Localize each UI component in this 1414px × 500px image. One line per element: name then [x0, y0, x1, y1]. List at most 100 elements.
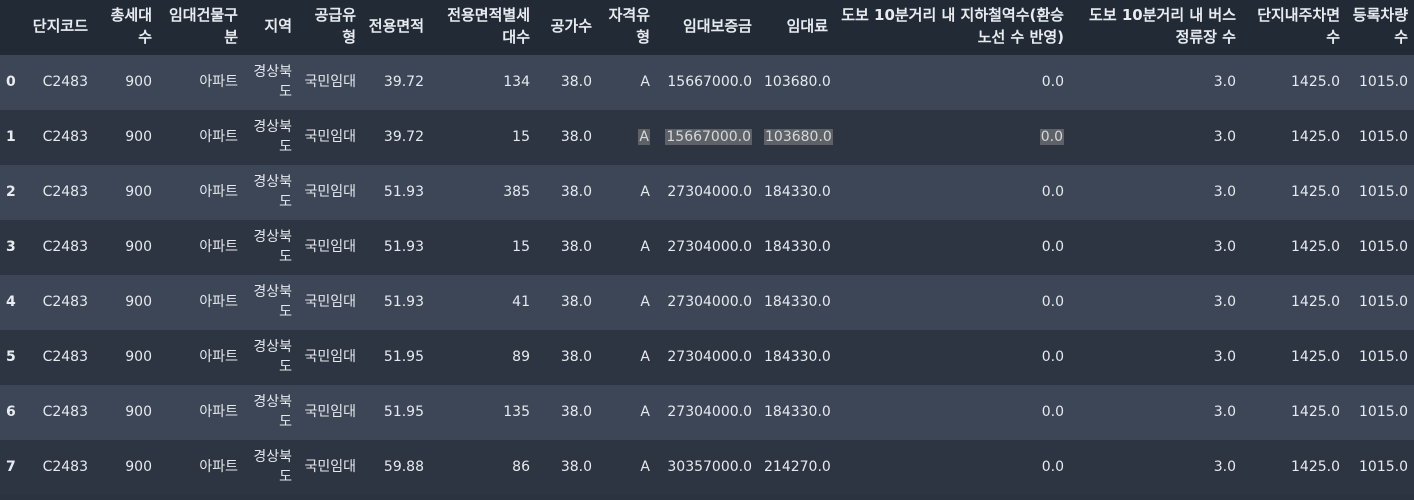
cell-subway: 0.0	[1041, 184, 1064, 200]
cell-vacant: 38.0	[560, 349, 592, 365]
row-index: 1	[6, 129, 16, 145]
cell-cars: 1015.0	[1359, 459, 1408, 475]
column-header: 지역	[244, 0, 298, 55]
table-body: 0 C2483 900 아파트 경상북도 국민임대 39.72 134 38.0 A 1566700…	[0, 54, 1414, 495]
table-row: 7 C2483 900 아파트 경상북도 국민임대 59.88 86 38.0 A 30357000…	[0, 439, 1414, 495]
table-row: 1 C2483 900 아파트 경상북도 국민임대 39.72 15 38.0 A 15667000…	[0, 109, 1414, 165]
cell-area: 59.88	[383, 459, 424, 475]
cell-area: 51.93	[383, 184, 424, 200]
cell-area: 51.95	[383, 404, 424, 420]
cell-bus: 3.0	[1213, 404, 1236, 420]
column-header: 공급유형	[298, 0, 362, 55]
cell-region: 경상북도	[253, 119, 292, 155]
cell-qual: A	[640, 184, 650, 200]
cell-supply: 국민임대	[304, 294, 356, 310]
cell-deposit: 15667000.0	[667, 74, 752, 91]
cell-rent: 103680.0	[764, 74, 831, 91]
cell-vacant: 38.0	[560, 129, 592, 145]
cell-deposit: 27304000.0	[667, 349, 752, 365]
cell-parking: 1425.0	[1291, 404, 1340, 420]
cell-area: 51.93	[383, 294, 424, 310]
cell-cars: 1015.0	[1359, 239, 1408, 255]
cell-area: 51.93	[383, 239, 424, 255]
row-index: 0	[6, 74, 16, 91]
cell-vacant: 38.0	[560, 294, 592, 310]
cell-deposit: 27304000.0	[667, 294, 752, 310]
column-header: 총세대수	[94, 0, 158, 55]
cell-qual: A	[598, 110, 656, 165]
cell-households: 900	[125, 459, 152, 475]
cell-bus: 3.0	[1213, 294, 1236, 310]
dataframe-output: 단지코드 총세대수 임대건물구분 지역 공급유형 전용면적 전용면적별세대수 공가수 자격유형 임…	[0, 0, 1414, 500]
cell-area: 51.95	[383, 349, 424, 365]
column-header: 전용면적별세대수	[430, 0, 536, 55]
cell-qual: A	[640, 239, 650, 255]
cell-vacant: 38.0	[560, 459, 592, 475]
row-index: 7	[6, 459, 16, 475]
cell-bus: 3.0	[1213, 239, 1236, 255]
cell-area_households: 135	[503, 404, 530, 420]
column-header: 도보 10분거리 내 지하철역수(환승노선 수 반영)	[834, 0, 1070, 55]
cell-supply: 국민임대	[304, 184, 356, 200]
column-header: 임대료	[758, 0, 834, 55]
cell-vacant: 38.0	[560, 404, 592, 420]
cell-vacant: 38.0	[560, 239, 592, 255]
column-header: 단지내주차면수	[1242, 0, 1346, 55]
cell-area_households: 41	[512, 294, 530, 310]
column-header: 임대건물구분	[158, 0, 244, 55]
cell-rent: 184330.0	[764, 239, 831, 255]
row-index: 5	[6, 349, 16, 365]
cell-bus: 3.0	[1213, 184, 1236, 200]
cell-area_households: 89	[512, 349, 530, 365]
cell-subway: 0.0	[1041, 459, 1064, 475]
cell-subway: 0.0	[1041, 74, 1064, 91]
cell-region: 경상북도	[253, 284, 292, 320]
cell-parking: 1425.0	[1291, 349, 1340, 365]
cell-households: 900	[125, 184, 152, 200]
cell-cars: 1015.0	[1359, 74, 1408, 91]
cell-bus: 3.0	[1213, 349, 1236, 365]
cell-code: C2483	[42, 294, 88, 310]
dataframe-table: 단지코드 총세대수 임대건물구분 지역 공급유형 전용면적 전용면적별세대수 공가수 자격유형 임…	[0, 0, 1414, 495]
cell-qual: A	[640, 459, 650, 475]
cell-subway: 0.0	[834, 110, 1070, 165]
column-header: 공가수	[536, 0, 598, 55]
cell-parking: 1425.0	[1291, 239, 1340, 255]
cell-area_households: 134	[503, 74, 530, 91]
cell-building: 아파트	[199, 74, 238, 91]
selected-text: A	[638, 129, 650, 145]
cell-parking: 1425.0	[1291, 294, 1340, 310]
cell-parking: 1425.0	[1291, 459, 1340, 475]
cell-supply: 국민임대	[304, 129, 356, 145]
cell-code: C2483	[42, 129, 88, 145]
cell-area_households: 15	[512, 239, 530, 255]
cell-building: 아파트	[199, 404, 238, 420]
column-header: 임대보증금	[656, 0, 758, 55]
cell-building: 아파트	[199, 349, 238, 365]
column-header: 전용면적	[362, 0, 430, 55]
cell-building: 아파트	[199, 459, 238, 475]
cell-subway: 0.0	[1041, 294, 1064, 310]
table-row: 4 C2483 900 아파트 경상북도 국민임대 51.93 41 38.0 A 27304000…	[0, 274, 1414, 330]
selected-text: 15667000.0	[665, 129, 752, 145]
cell-cars: 1015.0	[1359, 184, 1408, 200]
cell-subway: 0.0	[1041, 349, 1064, 365]
cell-code: C2483	[42, 404, 88, 420]
cell-parking: 1425.0	[1291, 184, 1340, 200]
cell-code: C2483	[42, 184, 88, 200]
table-row: 3 C2483 900 아파트 경상북도 국민임대 51.93 15 38.0 A 27304000…	[0, 219, 1414, 275]
cell-supply: 국민임대	[304, 74, 356, 91]
cell-deposit: 27304000.0	[667, 239, 752, 255]
row-index: 6	[6, 404, 16, 420]
cell-households: 900	[125, 239, 152, 255]
cell-region: 경상북도	[253, 394, 292, 430]
cell-building: 아파트	[199, 239, 238, 255]
cell-bus: 3.0	[1213, 74, 1236, 91]
cell-deposit: 30357000.0	[667, 459, 752, 475]
cell-region: 경상북도	[253, 339, 292, 375]
cell-households: 900	[125, 74, 152, 91]
cell-subway: 0.0	[1041, 404, 1064, 420]
row-index: 3	[6, 239, 16, 255]
cell-rent: 214270.0	[764, 459, 831, 475]
cell-code: C2483	[42, 459, 88, 475]
